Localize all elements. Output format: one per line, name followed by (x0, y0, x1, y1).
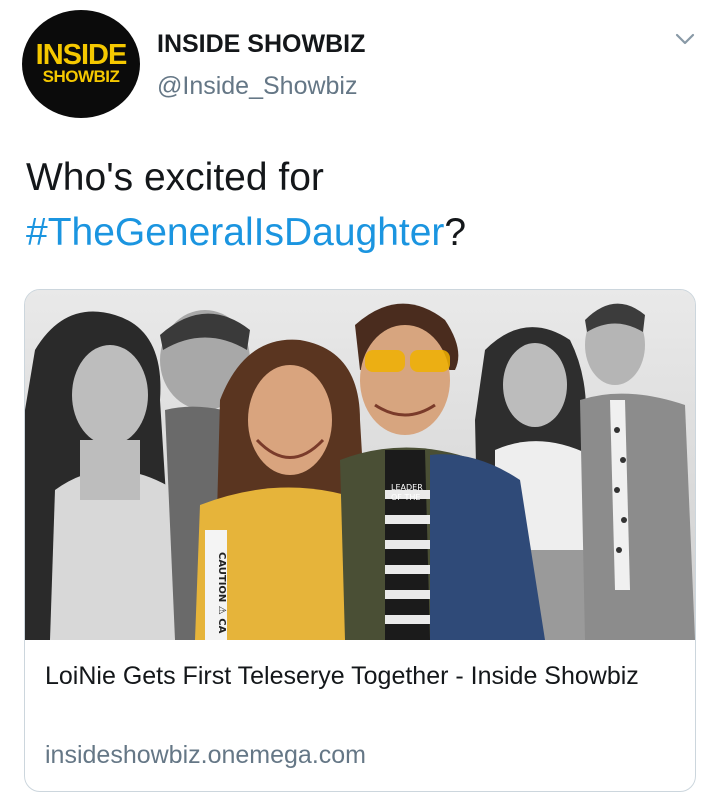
link-preview-card[interactable]: LEADER OF THE CAUTION ⚠ CA LoiNie Gets F… (24, 289, 696, 792)
photo-of-five-actors: LEADER OF THE CAUTION ⚠ CA (25, 290, 695, 640)
tweet[interactable]: INSIDE SHOWBIZ INSIDE SHOWBIZ @Inside_Sh… (0, 0, 720, 803)
tweet-text: Who's excited for #TheGeneralIsDaughter? (26, 150, 696, 260)
card-title[interactable]: LoiNie Gets First Teleserye Together - I… (45, 658, 675, 694)
tweet-text-before: Who's excited for (26, 156, 324, 199)
shirt-text-1: LEADER (391, 483, 423, 492)
avatar-logo-line1: INSIDE (35, 39, 128, 71)
tape-text: CAUTION ⚠ CA (216, 552, 227, 634)
avatar-logo-line2: SHOWBIZ (42, 67, 120, 86)
hashtag-link[interactable]: #TheGeneralIsDaughter (26, 211, 444, 254)
shirt-text-2: OF THE (391, 493, 420, 502)
card-domain[interactable]: insideshowbiz.onemega.com (45, 741, 366, 770)
user-handle[interactable]: @Inside_Showbiz (157, 72, 358, 101)
chevron-down-icon[interactable] (672, 26, 698, 52)
display-name[interactable]: INSIDE SHOWBIZ (157, 30, 365, 59)
tweet-text-after: ? (444, 211, 467, 254)
avatar[interactable]: INSIDE SHOWBIZ (22, 10, 140, 118)
card-image[interactable]: LEADER OF THE CAUTION ⚠ CA (25, 290, 695, 640)
